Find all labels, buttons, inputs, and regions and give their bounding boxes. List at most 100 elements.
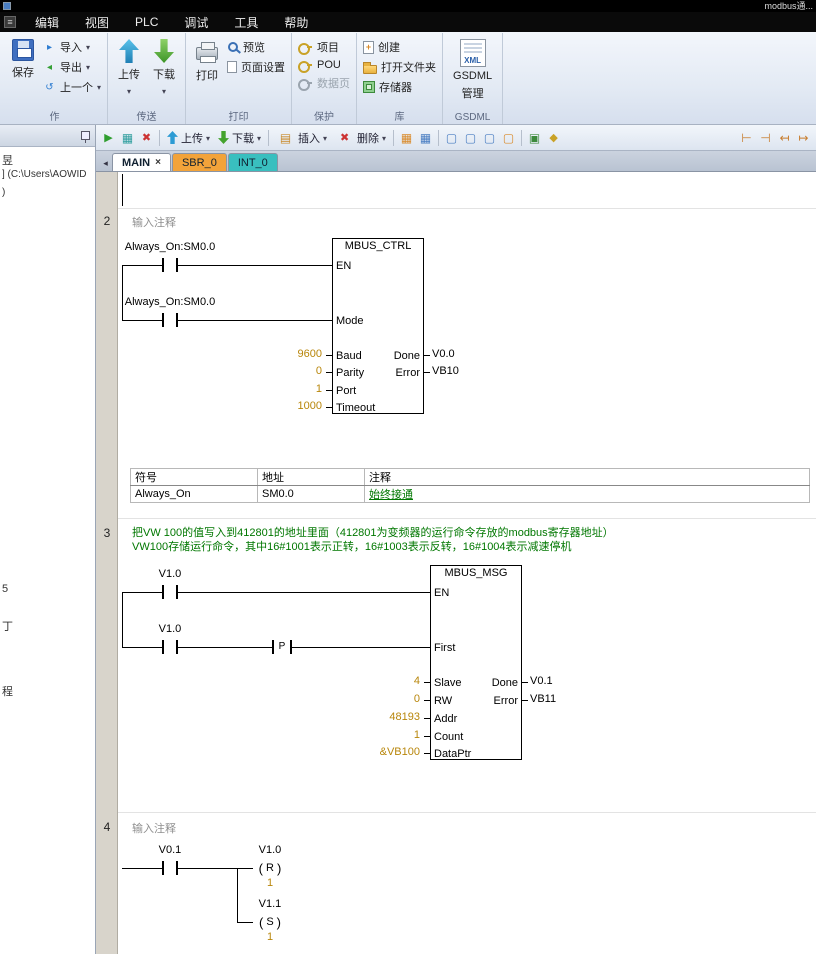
shift-right-icon[interactable] [795, 129, 812, 146]
symbol-cell[interactable]: Always_On [131, 486, 258, 503]
tree-item[interactable]: 5 [2, 583, 8, 595]
ribbon-group-label: 传送 [108, 111, 185, 124]
address-cell[interactable]: SM0.0 [258, 486, 365, 503]
normally-open-contact[interactable] [162, 585, 178, 599]
editor-toolbar: 上传 下载 插入 删除 [96, 125, 816, 151]
protect-project-label: 项目 [317, 39, 339, 55]
symbol-table-icon[interactable] [417, 129, 434, 146]
operand-value[interactable]: VB11 [530, 693, 556, 705]
tab-sbr0[interactable]: SBR_0 [172, 153, 227, 171]
tree-item[interactable]: 昱 [2, 152, 13, 168]
positive-edge-contact[interactable]: P [272, 640, 292, 654]
library-icon[interactable] [526, 129, 543, 146]
tab-main[interactable]: MAIN × [112, 153, 171, 171]
protect-project-button[interactable]: 项目 [298, 39, 350, 55]
next-bookmark-icon[interactable] [462, 129, 479, 146]
toggle-symbol-info-icon[interactable] [738, 129, 755, 146]
comment-cell[interactable]: 始终接通 [365, 486, 810, 503]
address-table-icon[interactable] [398, 129, 415, 146]
constant-value[interactable]: 1 [252, 383, 322, 395]
network-separator [118, 518, 816, 519]
menu-debug[interactable]: 调试 [171, 12, 221, 32]
symbol-column-header: 符号 [131, 469, 258, 486]
menu-edit[interactable]: 编辑 [22, 12, 72, 32]
toggle-addressing-icon[interactable] [757, 129, 774, 146]
upload-button[interactable]: 上传 [114, 35, 144, 99]
delete-button[interactable]: 删除 [331, 128, 390, 147]
export-button[interactable]: 导出 [43, 59, 101, 75]
create-library-button[interactable]: 创建 [363, 39, 436, 55]
tree-item[interactable]: 丁 [2, 618, 13, 634]
open-folder-button[interactable]: 打开文件夹 [363, 59, 436, 75]
tab-close-icon[interactable]: × [155, 157, 161, 168]
upload-button-small[interactable]: 上传 [163, 129, 214, 147]
network-number[interactable]: 3 [96, 526, 118, 540]
insert-button[interactable]: 插入 [272, 128, 331, 147]
constant-value[interactable]: 1 [237, 931, 303, 943]
constant-value[interactable]: 1000 [252, 400, 322, 412]
save-button[interactable]: 保存 [8, 35, 38, 82]
menu-plc[interactable]: PLC [122, 12, 171, 32]
project-tree[interactable]: 昱 ] (C:\Users\AOWID ) 5 丁 程 [0, 147, 95, 954]
export-label: 导出 [60, 59, 82, 75]
upload-label: 上传 [181, 130, 203, 146]
import-button[interactable]: 导入 [43, 39, 101, 55]
reset-coil[interactable]: R [253, 860, 287, 876]
network-number[interactable]: 2 [96, 214, 118, 228]
download-button[interactable]: 下载 [149, 35, 179, 99]
constant-value[interactable]: 48193 [342, 711, 420, 723]
previous-button[interactable]: 上一个 [43, 79, 101, 95]
constant-value[interactable]: 0 [252, 365, 322, 377]
network-comment[interactable]: 输入注释 [132, 820, 176, 836]
bookmark-icon[interactable] [443, 129, 460, 146]
power-rail [122, 265, 123, 320]
file-menu-icon[interactable] [4, 16, 16, 28]
function-block-mbus-ctrl[interactable]: MBUS_CTRL EN Mode Baud Parity Port Timeo… [332, 238, 424, 414]
normally-open-contact[interactable] [162, 861, 178, 875]
operand-value[interactable]: V0.0 [432, 348, 455, 360]
constant-value[interactable]: 1 [237, 877, 303, 889]
tree-item[interactable]: ] (C:\Users\AOWID [2, 169, 86, 180]
tab-scroll-left-icon[interactable] [99, 156, 112, 171]
constant-value[interactable]: 0 [342, 693, 420, 705]
ladder-editor[interactable]: 2 输入注释 Always_On:SM0.0 Always_On:SM0.0 M… [96, 172, 816, 954]
cancel-icon[interactable] [138, 129, 155, 146]
function-block-mbus-msg[interactable]: MBUS_MSG EN First Slave RW Addr Count Da… [430, 565, 522, 760]
constant-value[interactable]: 4 [342, 675, 420, 687]
constant-value[interactable]: &VB100 [342, 746, 420, 758]
normally-open-contact[interactable] [162, 258, 178, 272]
memory-button[interactable]: 存储器 [363, 79, 436, 95]
network-comment[interactable]: VW100存储运行命令，其中16#1001表示正转，16#1003表示反转，16… [132, 538, 572, 554]
network-number[interactable]: 4 [96, 820, 118, 834]
constant-value[interactable]: 9600 [252, 348, 322, 360]
menu-tools[interactable]: 工具 [221, 12, 271, 32]
page-setup-button[interactable]: 页面设置 [227, 59, 285, 75]
normally-open-contact[interactable] [162, 640, 178, 654]
normally-open-contact[interactable] [162, 313, 178, 327]
toggle-comment-icon[interactable] [500, 129, 517, 146]
print-button[interactable]: 打印 [192, 35, 222, 85]
operand-value[interactable]: VB10 [432, 365, 459, 377]
protect-pou-button[interactable]: POU [298, 59, 350, 71]
chart-status-icon[interactable] [119, 129, 136, 146]
network-comment[interactable]: 输入注释 [132, 214, 176, 230]
pin-icon[interactable] [81, 131, 90, 140]
symbol-table-row[interactable]: Always_On SM0.0 始终接通 [131, 486, 810, 503]
protect-icon[interactable] [545, 129, 562, 146]
menu-help[interactable]: 帮助 [271, 12, 321, 32]
tab-int0[interactable]: INT_0 [228, 153, 278, 171]
set-coil[interactable]: S [253, 914, 287, 930]
insert-label: 插入 [298, 130, 320, 146]
preview-button[interactable]: 预览 [227, 39, 285, 55]
gsdml-manage-button[interactable]: XML GSDML 管理 [449, 35, 496, 103]
previous-bookmark-icon[interactable] [481, 129, 498, 146]
create-library-label: 创建 [378, 39, 400, 55]
shift-left-icon[interactable] [776, 129, 793, 146]
operand-value[interactable]: V0.1 [530, 675, 553, 687]
tree-item[interactable]: 程 [2, 683, 13, 699]
download-button-small[interactable]: 下载 [214, 129, 265, 147]
menu-view[interactable]: 视图 [72, 12, 122, 32]
program-status-icon[interactable] [100, 129, 117, 146]
tree-item[interactable]: ) [2, 187, 5, 198]
constant-value[interactable]: 1 [342, 729, 420, 741]
